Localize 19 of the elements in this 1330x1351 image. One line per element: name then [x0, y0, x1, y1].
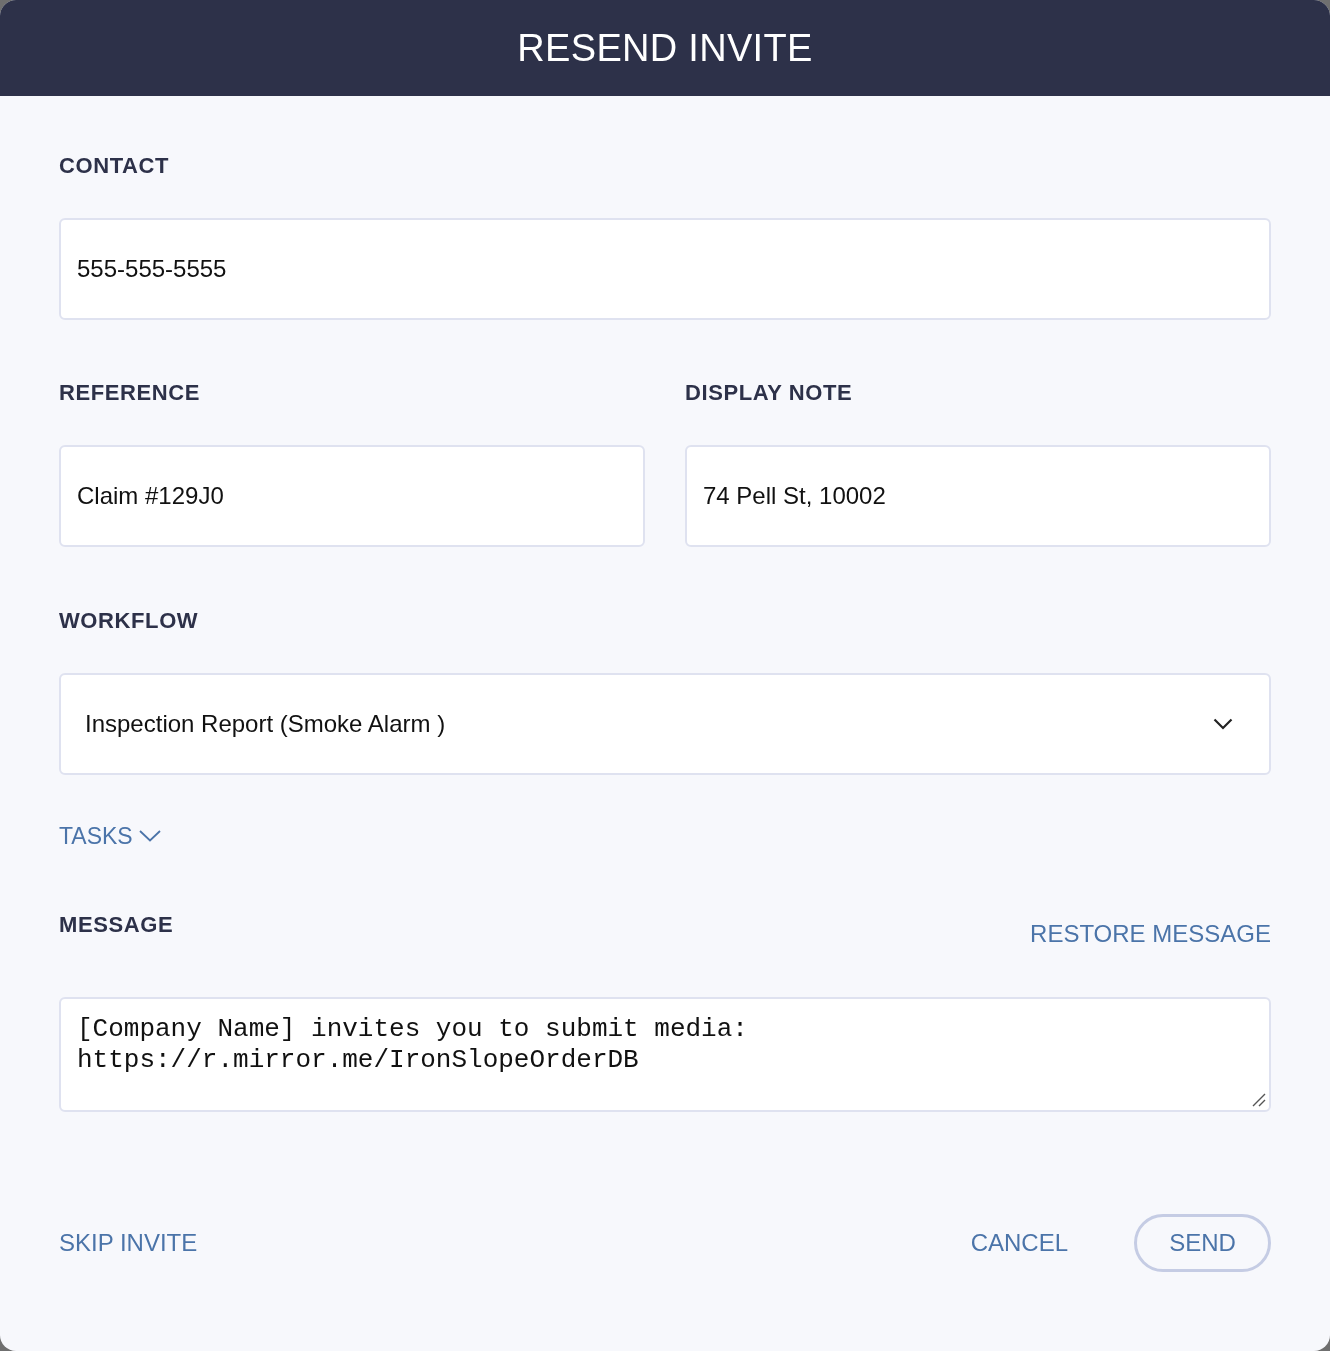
restore-message-link[interactable]: RESTORE MESSAGE — [1030, 920, 1271, 948]
workflow-dropdown[interactable]: Inspection Report (Smoke Alarm ) — [59, 673, 1271, 775]
field-label: CONTACT — [59, 153, 170, 179]
display-note-field[interactable]: 74 Pell St, 10002 — [685, 445, 1271, 547]
field-label: DISPLAY NOTE — [685, 380, 853, 406]
field-label: WORKFLOW — [59, 608, 199, 634]
send-button[interactable]: SEND — [1134, 1214, 1271, 1272]
reference-field[interactable]: Claim #129J0 — [59, 445, 645, 547]
contact-field[interactable]: 555-555-5555 — [59, 218, 1271, 320]
skip-invite-link[interactable]: SKIP INVITE — [59, 1229, 198, 1257]
tasks-toggle[interactable]: TASKS — [59, 822, 161, 850]
cancel-button[interactable]: CANCEL — [970, 1229, 1068, 1257]
dialog-title: RESEND INVITE — [517, 26, 813, 70]
resize-handle-icon[interactable] — [1252, 1093, 1266, 1107]
field-label: REFERENCE — [59, 380, 201, 406]
chevron-down-icon — [138, 830, 161, 842]
chevron-down-icon — [1213, 718, 1233, 730]
field-label: MESSAGE — [59, 912, 174, 938]
message-textarea[interactable]: [Company Name] invites you to submit media: https://r.mirror.me/IronSlopeOrderDB — [59, 997, 1271, 1112]
